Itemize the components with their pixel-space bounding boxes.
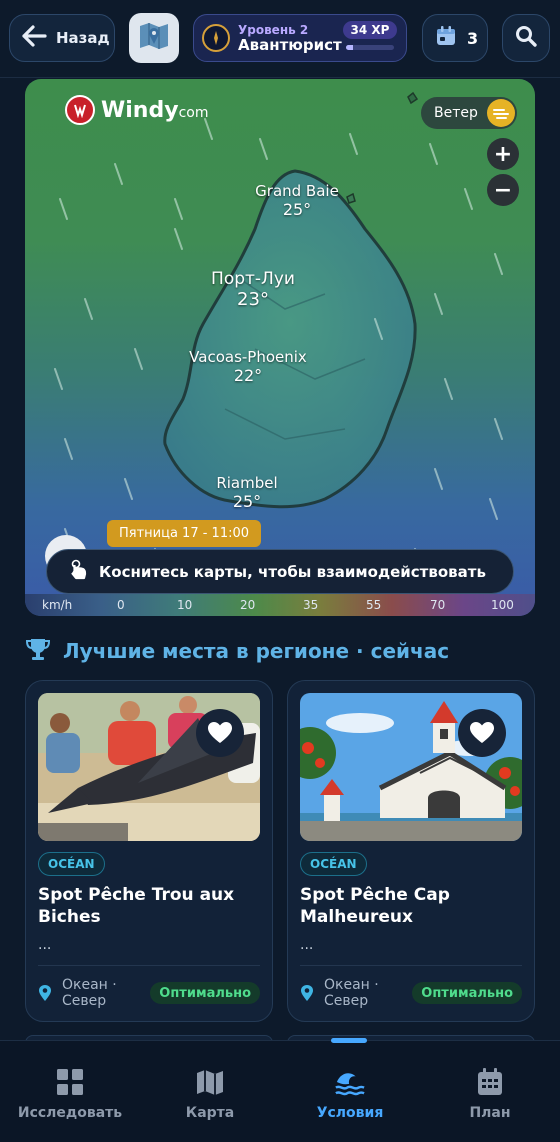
map-app-button[interactable]	[129, 13, 179, 63]
city-name: Порт-Луи	[211, 269, 295, 289]
folded-map-icon	[137, 19, 171, 57]
grid-icon	[55, 1067, 85, 1097]
city-temp: 25°	[282, 200, 312, 219]
calendar-icon	[475, 1067, 505, 1097]
location-pin-icon	[39, 985, 51, 1001]
weather-map[interactable]: Windycom Ветер + − Grand Baie 25° Порт-Л…	[25, 79, 535, 616]
city-temp: 25°	[232, 492, 262, 511]
wind-layer-toggle[interactable]: Ветер	[421, 97, 517, 129]
heart-icon	[208, 722, 232, 743]
nav-conditions[interactable]: Условия	[280, 1041, 420, 1142]
city-label-grand-baie[interactable]: Grand Baie 25°	[247, 182, 347, 219]
search-icon	[514, 24, 538, 52]
category-tag: OCÉAN	[300, 852, 367, 876]
bottom-navigation: Исследовать Карта Условия План	[0, 1038, 560, 1142]
nav-label: Исследовать	[17, 1105, 123, 1121]
nav-explore[interactable]: Исследовать	[0, 1041, 140, 1142]
location-text: Океан · Север	[62, 977, 117, 1009]
zoom-out-button[interactable]: −	[487, 174, 519, 206]
card-divider	[38, 965, 260, 966]
xp-badge: 34 XP	[342, 21, 398, 39]
xp-progress-fill	[346, 45, 354, 50]
city-label-vacoas-phoenix[interactable]: Vacoas-Phoenix 22°	[173, 348, 323, 385]
windy-logo-text: Windy	[101, 97, 179, 123]
location-pin-icon	[301, 985, 313, 1001]
city-label-riambel[interactable]: Riambel 25°	[207, 474, 287, 511]
spot-title: Spot Pêche Trou aux Biches	[38, 885, 235, 927]
scale-tick: 20	[240, 598, 256, 612]
back-button[interactable]: Назад	[9, 14, 115, 62]
location-text: Океан · Север	[324, 977, 379, 1009]
spot-description: ...	[300, 937, 314, 953]
nav-label: Карта	[185, 1105, 235, 1121]
windy-mark-icon	[65, 95, 95, 125]
city-name: Vacoas-Phoenix	[189, 348, 307, 366]
scale-tick: 0	[117, 598, 125, 612]
city-name: Riambel	[216, 474, 278, 492]
scale-tick: 70	[430, 598, 446, 612]
level-number: Уровень 2	[238, 22, 309, 37]
spot-photo	[38, 693, 260, 841]
spot-description: ...	[38, 937, 52, 953]
spot-title: Spot Pêche Cap Malheureux	[300, 885, 450, 927]
status-badge: Оптимально	[150, 982, 260, 1004]
favorite-button[interactable]	[196, 709, 244, 757]
spot-photo	[300, 693, 522, 841]
map-icon	[195, 1067, 225, 1097]
level-title: Авантюрист	[238, 35, 342, 54]
scale-tick: 100	[491, 598, 514, 612]
city-temp: 22°	[233, 366, 263, 385]
search-button[interactable]	[502, 14, 550, 62]
tap-hand-icon	[69, 559, 89, 585]
wind-speed-scale: km/h 0 10 20 35 55 70 100	[25, 594, 535, 616]
windy-logo-suffix: com	[178, 104, 209, 121]
status-badge: Оптимально	[412, 982, 522, 1004]
spot-card[interactable]: OCÉAN Spot Pêche Cap Malheureux ... Океа…	[287, 680, 535, 1022]
trophy-icon	[25, 637, 51, 665]
section-header: Лучшие места в регионе · сейчас	[25, 637, 449, 665]
arrow-left-icon	[20, 24, 48, 52]
nav-label: План	[469, 1105, 511, 1121]
waves-icon	[335, 1067, 365, 1097]
category-tag: OCÉAN	[38, 852, 105, 876]
favorite-button[interactable]	[458, 709, 506, 757]
back-button-label: Назад	[56, 29, 110, 47]
top-bar: Назад Уровень 2 Авантюрист 34 XP 3	[0, 0, 560, 78]
scale-tick: 10	[177, 598, 193, 612]
wind-layer-label: Ветер	[434, 105, 478, 121]
calendar-button[interactable]: 3	[422, 14, 488, 62]
touch-hint-banner[interactable]: Коснитесь карты, чтобы взаимодействовать	[46, 549, 514, 594]
calendar-icon	[435, 25, 457, 51]
xp-progress-bar	[346, 45, 394, 50]
city-name: Grand Baie	[255, 182, 339, 200]
compass-icon	[202, 24, 230, 52]
nav-label: Условия	[316, 1105, 384, 1121]
level-badge[interactable]: Уровень 2 Авантюрист 34 XP	[193, 14, 407, 62]
card-divider	[300, 965, 522, 966]
scale-unit: km/h	[42, 598, 73, 612]
forecast-time-pill[interactable]: Пятница 17 - 11:00	[107, 520, 261, 547]
nav-plan[interactable]: План	[420, 1041, 560, 1142]
section-title: Лучшие места в регионе · сейчас	[63, 639, 450, 663]
spot-location: Океан · Север	[38, 977, 122, 1009]
scale-tick: 35	[303, 598, 319, 612]
windy-logo: Windycom	[65, 95, 208, 125]
nav-map[interactable]: Карта	[140, 1041, 280, 1142]
city-temp: 23°	[237, 289, 269, 311]
scale-tick: 55	[366, 598, 382, 612]
city-label-port-louis[interactable]: Порт-Луи 23°	[193, 269, 313, 311]
spot-card[interactable]: OCÉAN Spot Pêche Trou aux Biches ... Оке…	[25, 680, 273, 1022]
wind-icon	[487, 99, 515, 127]
spot-location: Океан · Север	[300, 977, 384, 1009]
calendar-count: 3	[467, 28, 479, 48]
touch-hint-text: Коснитесь карты, чтобы взаимодействовать	[99, 562, 486, 581]
heart-icon	[470, 722, 494, 743]
zoom-in-button[interactable]: +	[487, 138, 519, 170]
